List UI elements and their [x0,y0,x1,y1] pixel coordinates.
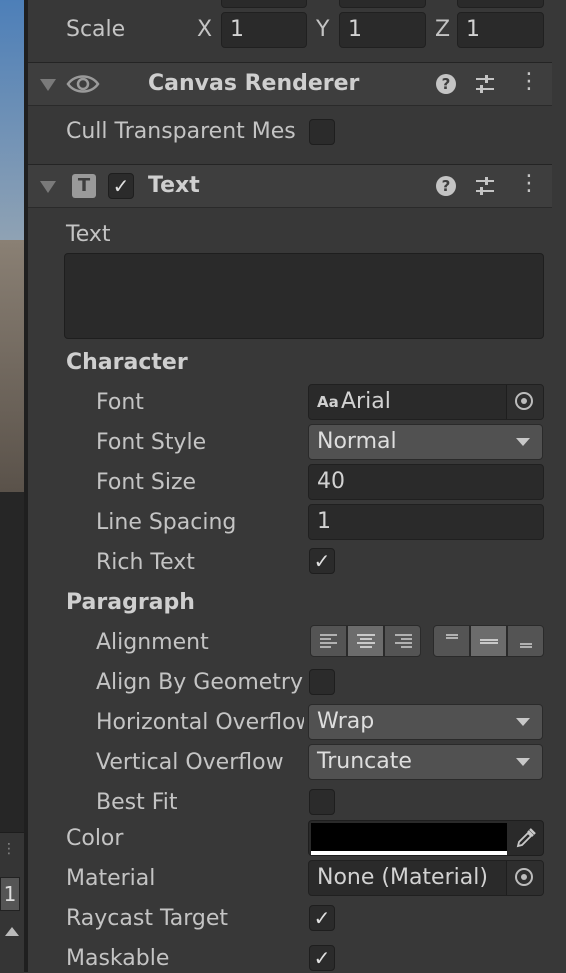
font-value: Arial [341,389,391,414]
line-spacing-label: Line Spacing [96,510,237,535]
help-icon[interactable]: ? [436,176,456,196]
scale-y-field[interactable]: 1 [339,12,426,48]
character-header: Character [66,350,188,375]
fold-arrow-icon[interactable] [40,79,56,91]
scale-z-field[interactable]: 1 [457,12,544,48]
align-bottom-button[interactable] [507,625,544,657]
scene-sky [0,0,24,240]
scale-x-field[interactable]: 1 [221,12,307,48]
align-middle-icon [480,639,498,644]
best-fit-label: Best Fit [96,790,178,815]
align-right-button[interactable] [384,625,421,657]
align-by-geometry-checkbox[interactable] [309,669,335,695]
material-value: None (Material) [317,865,488,890]
align-bottom-icon [520,643,532,648]
eye-icon [66,75,100,93]
side-toolbar: ⋮ 1 [0,832,24,973]
font-asset-icon: Aa [317,393,339,411]
color-swatch[interactable] [311,823,507,855]
align-by-geometry-label: Align By Geometry [96,670,303,695]
help-icon[interactable]: ? [436,74,456,94]
scale-label: Scale [66,17,126,42]
cull-transparent-checkbox[interactable] [309,119,335,145]
text-component-header[interactable]: T ✓ Text ? ⋮ [28,164,552,208]
font-size-field[interactable]: 40 [308,464,544,500]
component-enabled-checkbox[interactable]: ✓ [108,173,134,199]
eyedropper-icon[interactable] [515,827,537,849]
horizontal-overflow-value: Wrap [317,709,375,734]
chevron-down-icon [516,718,530,726]
font-field[interactable]: Aa Arial [308,384,544,420]
rich-text-label: Rich Text [96,550,195,575]
canvas-renderer-header[interactable]: Canvas Renderer ? ⋮ [28,62,552,106]
side-badge[interactable]: 1 [0,877,20,911]
scale-y-label[interactable]: Y [316,17,329,43]
font-size-label: Font Size [96,470,197,495]
more-options-icon[interactable]: ⋮ [518,69,540,94]
maskable-checkbox[interactable]: ✓ [309,945,335,971]
text-component-title: Text [148,173,200,198]
vertical-overflow-dropdown[interactable]: Truncate [308,744,543,780]
scene-view-strip: ⋮ 1 [0,0,24,973]
presets-icon[interactable] [474,175,496,197]
raycast-target-label: Raycast Target [66,906,229,931]
panel-divider [24,0,28,972]
rich-text-checkbox[interactable]: ✓ [309,548,335,574]
scale-x-label[interactable]: X [197,17,212,43]
best-fit-checkbox[interactable] [309,789,335,815]
horizontal-overflow-label: Horizontal Overflow [96,710,304,735]
color-field[interactable] [308,820,544,856]
align-middle-button[interactable] [470,625,507,657]
paragraph-header: Paragraph [66,590,195,615]
cull-transparent-label: Cull Transparent Mes [66,119,296,144]
text-label: Text [66,222,111,247]
raycast-target-checkbox[interactable]: ✓ [309,905,335,931]
align-top-icon [446,634,458,639]
material-label: Material [66,866,156,891]
presets-icon[interactable] [474,73,496,95]
scale-z-label[interactable]: Z [435,17,450,43]
font-style-value: Normal [317,429,397,454]
text-component-icon: T [72,174,96,198]
vertical-overflow-value: Truncate [317,749,412,774]
font-style-label: Font Style [96,430,207,455]
text-area[interactable] [64,253,544,339]
align-top-button[interactable] [433,625,470,657]
canvas-renderer-title: Canvas Renderer [148,71,360,96]
line-spacing-field[interactable]: 1 [308,504,544,540]
horizontal-overflow-dropdown[interactable]: Wrap [308,704,543,740]
alignment-label: Alignment [96,630,209,655]
fold-arrow-icon[interactable] [40,181,56,193]
scrollbar-track[interactable] [552,0,566,972]
chevron-down-icon [516,438,530,446]
font-style-dropdown[interactable]: Normal [308,424,543,460]
align-left-button[interactable] [310,625,347,657]
scroll-up-icon[interactable] [5,927,19,936]
align-left-icon [320,634,337,648]
color-label: Color [66,826,124,851]
scene-lower [0,492,24,832]
font-label: Font [96,390,144,415]
maskable-label: Maskable [66,946,170,971]
align-center-icon [357,634,375,648]
material-field[interactable]: None (Material) [308,860,544,896]
align-center-button[interactable] [347,625,384,657]
object-picker-icon[interactable] [506,385,543,419]
object-picker-icon[interactable] [506,861,543,895]
more-options-icon[interactable]: ⋮ [518,171,540,196]
align-right-icon [395,634,412,648]
scene-ground [0,240,24,492]
chevron-down-icon [516,758,530,766]
vertical-overflow-label: Vertical Overflow [96,750,284,775]
drag-handle-icon[interactable]: ⋮ [2,841,16,857]
